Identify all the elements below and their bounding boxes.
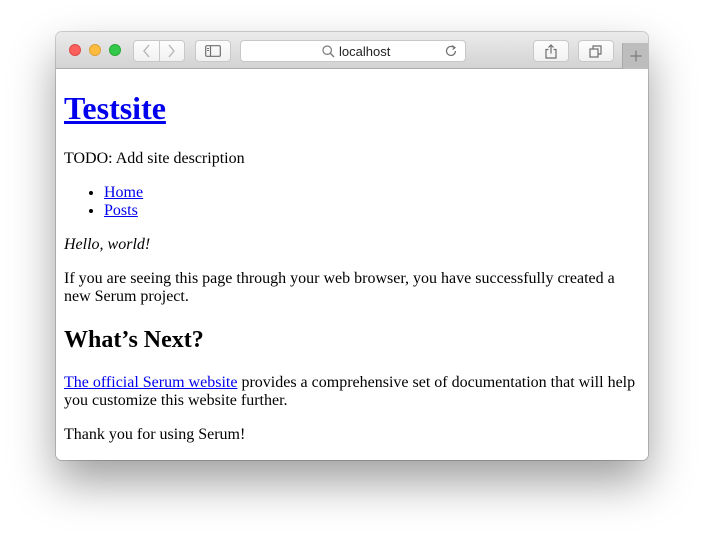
reload-icon[interactable]	[444, 44, 458, 58]
nav-item-home: Home	[104, 184, 143, 202]
screenshot-stage: localhost Testsite TODO: Add site descri…	[0, 0, 704, 540]
forward-button[interactable]	[160, 41, 185, 61]
sidebar-icon	[205, 45, 221, 57]
tabs-overview-button[interactable]	[578, 40, 614, 62]
browser-toolbar: localhost	[56, 32, 648, 69]
address-text: localhost	[339, 44, 391, 59]
minimize-window-button[interactable]	[89, 44, 101, 56]
history-nav-group	[133, 40, 185, 62]
zoom-window-button[interactable]	[109, 44, 121, 56]
site-title: Testsite	[64, 90, 166, 127]
nav-link-posts[interactable]: Posts	[104, 202, 138, 219]
browser-window: localhost Testsite TODO: Add site descri…	[56, 32, 648, 460]
tabs-overview-icon	[589, 44, 602, 58]
site-nav: Home Posts	[64, 184, 143, 220]
share-button[interactable]	[533, 40, 569, 62]
share-icon	[545, 43, 557, 59]
page-content: Testsite TODO: Add site description Home…	[56, 69, 648, 460]
back-button[interactable]	[134, 41, 160, 61]
intro-paragraph: If you are seeing this page through your…	[64, 270, 615, 305]
chevron-right-icon	[168, 44, 176, 58]
chevron-left-icon	[142, 44, 150, 58]
site-description: TODO: Add site description	[64, 150, 245, 167]
next-paragraph: The official Serum website provides a co…	[64, 374, 640, 410]
nav-item-posts: Posts	[104, 202, 143, 220]
address-bar[interactable]: localhost	[240, 40, 466, 62]
close-window-button[interactable]	[69, 44, 81, 56]
plus-icon	[630, 50, 641, 62]
search-icon	[322, 45, 335, 58]
new-tab-button[interactable]	[622, 43, 648, 69]
nav-link-home[interactable]: Home	[104, 184, 143, 201]
sidebar-toggle-button[interactable]	[195, 40, 231, 62]
site-title-link[interactable]: Testsite	[64, 90, 166, 126]
thanks-paragraph: Thank you for using Serum!	[64, 426, 246, 443]
serum-website-link[interactable]: The official Serum website	[64, 374, 237, 391]
section-heading: What’s Next?	[64, 327, 204, 353]
greeting-text: Hello, world!	[64, 236, 151, 253]
